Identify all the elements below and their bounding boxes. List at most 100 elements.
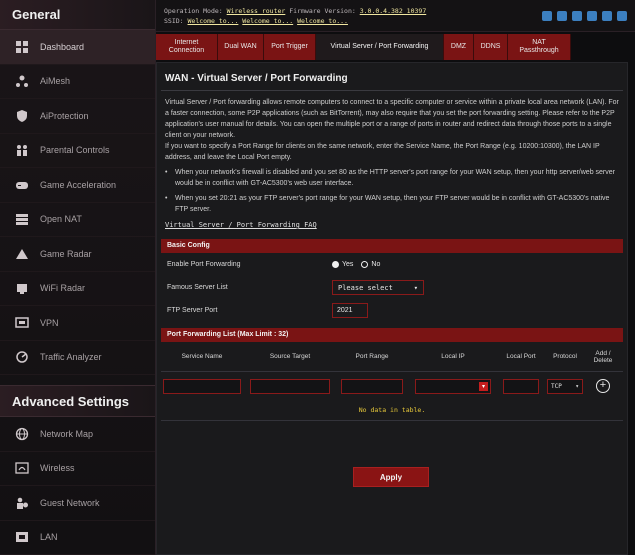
sidebar-item-label: VPN: [40, 317, 59, 328]
operation-mode-label: Operation Mode:: [164, 7, 223, 15]
radio-no[interactable]: No: [361, 261, 380, 268]
col-local-ip: Local IP: [441, 353, 465, 360]
sidebar-heading-general: General: [0, 0, 155, 30]
sidebar-item-label: Guest Network: [40, 497, 100, 508]
local-ip-dropdown-icon[interactable]: ▾: [479, 381, 488, 391]
ftp-server-port-input[interactable]: 2021: [332, 303, 368, 318]
radar-icon: [14, 246, 30, 262]
dashboard-icon: [14, 39, 30, 55]
user-status-icon[interactable]: [587, 11, 597, 21]
sidebar-item-label: Dashboard: [40, 41, 85, 52]
local-port-input[interactable]: [503, 378, 539, 394]
sidebar-item-label: Open NAT: [40, 214, 82, 225]
shield-icon: [14, 108, 30, 124]
lan-icon: [14, 529, 30, 545]
faq-link[interactable]: Virtual Server / Port Forwarding FAQ: [157, 215, 627, 229]
tab-ddns[interactable]: DDNS: [474, 34, 508, 60]
globe-status-icon[interactable]: [572, 11, 582, 21]
description-port-range: If you want to specify a Port Range for …: [165, 143, 600, 161]
sidebar-item-label: AiProtection: [40, 110, 89, 121]
radio-no-indicator: [361, 261, 369, 268]
tab-port-trigger[interactable]: Port Trigger: [264, 34, 316, 60]
sidebar-item-lan[interactable]: LAN: [0, 521, 155, 555]
sidebar: General Dashboard AiMesh AiProtection Pa…: [0, 0, 156, 555]
famous-server-label: Famous Server List: [167, 284, 228, 291]
list-header-row: Service Name Source Target Port Range Lo…: [161, 342, 623, 372]
app-status-icon[interactable]: [602, 11, 612, 21]
signal-status-icon[interactable]: [617, 11, 627, 21]
sidebar-item-label: Traffic Analyzer: [40, 352, 102, 363]
sidebar-item-game-acceleration[interactable]: Game Acceleration: [0, 168, 155, 203]
sidebar-item-parental-controls[interactable]: Parental Controls: [0, 134, 155, 168]
tab-bar: Internet Connection Dual WAN Port Trigge…: [156, 34, 635, 60]
sidebar-item-aiprotection[interactable]: AiProtection: [0, 99, 155, 134]
wifi-radar-icon: [14, 280, 30, 296]
radio-yes-label: Yes: [342, 261, 354, 268]
ssid-value-1: Welcome to...: [187, 17, 239, 25]
status-bar: Operation Mode: Wireless router Firmware…: [156, 0, 635, 32]
firmware-link[interactable]: 3.0.0.4.382_10397: [360, 7, 427, 15]
famous-server-select[interactable]: Please select ▾: [332, 280, 424, 295]
protocol-select[interactable]: TCP ▾: [547, 378, 583, 394]
tab-virtual-server[interactable]: Virtual Server / Port Forwarding: [316, 34, 444, 60]
guest-icon: [14, 495, 30, 511]
sidebar-item-network-map[interactable]: Network Map: [0, 417, 155, 452]
traffic-icon: [14, 349, 30, 365]
radio-yes[interactable]: Yes: [332, 261, 353, 268]
operation-mode-link[interactable]: Wireless router: [227, 7, 286, 15]
add-icon[interactable]: +: [596, 379, 610, 393]
ssid-label: SSID:: [164, 17, 184, 25]
sidebar-item-traffic-analyzer[interactable]: Traffic Analyzer: [0, 341, 155, 375]
tab-nat-passthrough[interactable]: NAT Passthrough: [508, 34, 571, 60]
new-entry-row: ▾ TCP ▾ +: [161, 372, 623, 400]
ssid-value-3: Welcome to...: [297, 17, 348, 25]
globe-icon: [14, 426, 30, 442]
sidebar-item-wifi-radar[interactable]: WiFi Radar: [0, 272, 155, 306]
source-target-input[interactable]: [250, 378, 330, 394]
tab-internet-connection[interactable]: Internet Connection: [156, 34, 218, 60]
sidebar-item-label: Game Acceleration: [40, 179, 117, 190]
sidebar-item-label: Game Radar: [40, 248, 92, 259]
col-local-port: Local Port: [506, 353, 536, 360]
enable-port-forwarding-row: Enable Port Forwarding Yes No: [157, 253, 627, 276]
chevron-down-icon: ▾: [413, 283, 418, 292]
radio-yes-indicator: [332, 261, 339, 268]
sidebar-item-guest-network[interactable]: Guest Network: [0, 486, 155, 521]
sidebar-item-wireless[interactable]: Wireless: [0, 452, 155, 486]
basic-config-heading: Basic Config: [161, 239, 623, 253]
bullet-dot: •: [165, 169, 168, 176]
sidebar-item-label: Wireless: [40, 463, 75, 474]
sidebar-item-aimesh[interactable]: AiMesh: [0, 65, 155, 99]
mesh-icon: [14, 73, 30, 89]
no-data-message: No data in table.: [161, 400, 623, 421]
main-panel: WAN - Virtual Server / Port Forwarding V…: [156, 62, 628, 555]
enable-port-forwarding-label: Enable Port Forwarding: [167, 261, 241, 268]
wireless-icon: [14, 460, 30, 476]
bullet-text: When your network's firewall is disabled…: [175, 169, 615, 187]
famous-server-value: Please select: [338, 283, 393, 292]
bullet-http: • When your network's firewall is disabl…: [157, 163, 627, 189]
tab-dual-wan[interactable]: Dual WAN: [218, 34, 264, 60]
description: Virtual Server / Port forwarding allows …: [165, 99, 619, 139]
col-service-name: Service Name: [181, 353, 223, 360]
page-title: WAN - Virtual Server / Port Forwarding: [161, 63, 623, 91]
port-range-input[interactable]: [341, 378, 403, 394]
sidebar-item-vpn[interactable]: VPN: [0, 306, 155, 341]
chevron-down-icon: ▾: [575, 382, 579, 390]
tab-dmz[interactable]: DMZ: [444, 34, 474, 60]
col-protocol: Protocol: [553, 353, 577, 360]
usb-status-icon[interactable]: [557, 11, 567, 21]
col-port-range: Port Range: [355, 353, 389, 360]
sidebar-item-open-nat[interactable]: Open NAT: [0, 203, 155, 237]
network-status-icon[interactable]: [542, 11, 552, 21]
service-name-input[interactable]: [163, 378, 241, 394]
local-ip-input[interactable]: ▾: [415, 378, 491, 394]
sidebar-item-label: Parental Controls: [40, 145, 110, 156]
radio-no-label: No: [371, 261, 381, 268]
sidebar-item-label: WiFi Radar: [40, 283, 86, 294]
sidebar-item-dashboard[interactable]: Dashboard: [0, 30, 155, 65]
bullet-ftp: • When you set 20:21 as your FTP server'…: [157, 189, 627, 215]
apply-button[interactable]: Apply: [353, 467, 429, 487]
sidebar-item-game-radar[interactable]: Game Radar: [0, 237, 155, 272]
status-icons: [542, 11, 627, 21]
